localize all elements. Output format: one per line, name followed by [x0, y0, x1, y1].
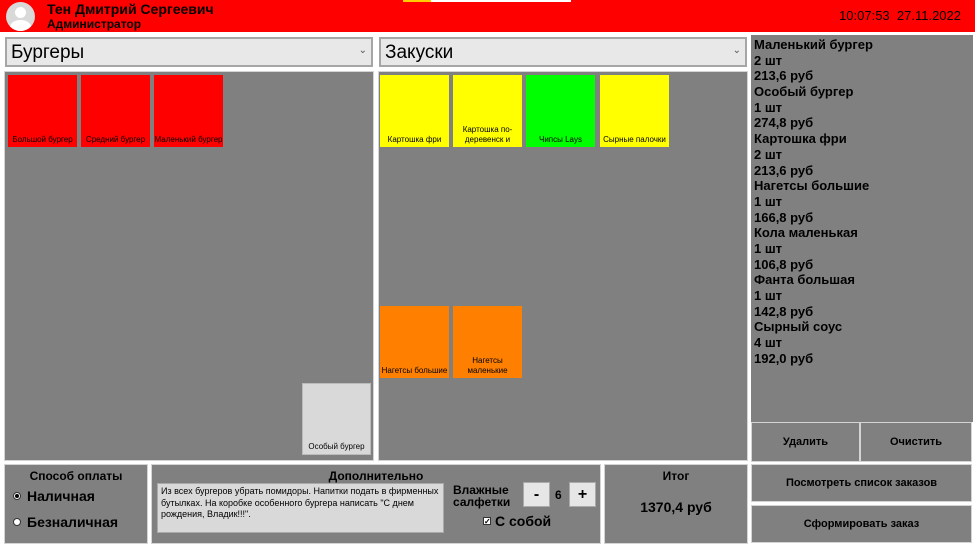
menu-panel-right: Картошка фри Картошка по-деревенск и Чип…	[378, 71, 748, 461]
menu-item-label: Сырные палочки	[603, 135, 666, 144]
payment-cash-radio[interactable]: Наличная	[13, 488, 95, 504]
menu-item-label: Нагетсы большие	[381, 366, 448, 375]
order-item-price: 192,0 руб	[754, 350, 814, 366]
order-item[interactable]: Сырный соус 4 шт 192,0 руб	[754, 319, 973, 366]
category-select-left-value: Бургеры	[11, 42, 85, 63]
order-item-price: 213,6 руб	[754, 162, 814, 178]
order-item-name: Кола маленькая	[754, 225, 858, 241]
wet-wipes-label-line: салфетки	[453, 495, 511, 509]
radio-selected-icon[interactable]	[13, 492, 21, 500]
payment-cashless-label: Безналичная	[27, 514, 119, 530]
menu-item-tile[interactable]: Картошка фри	[380, 75, 449, 147]
menu-item-tile[interactable]: Нагетсы маленькие	[453, 306, 522, 378]
menu-item-tile[interactable]: Особый бургер	[302, 383, 371, 455]
menu-item-label: Маленький бургер	[154, 135, 223, 144]
menu-panel-left: Большой бургер Средний бургер Маленький …	[4, 71, 374, 461]
menu-item-label: Картошка фри	[387, 135, 442, 144]
menu-item-tile[interactable]: Маленький бургер	[154, 75, 223, 147]
chevron-down-icon[interactable]: ⌄	[359, 45, 367, 56]
menu-item-label: Средний бургер	[85, 135, 146, 144]
wipes-decrement-button[interactable]: -	[523, 482, 550, 507]
payment-method-panel: Способ оплаты Наличная Безналичная	[4, 464, 148, 544]
order-item-qty: 1 шт	[754, 288, 783, 303]
order-item-name: Картошка фри	[754, 131, 847, 147]
header-accent-mark	[431, 0, 571, 2]
order-item[interactable]: Картошка фри 2 шт 213,6 руб	[754, 131, 973, 178]
order-item[interactable]: Фанта большая 1 шт 142,8 руб	[754, 272, 973, 319]
menu-item-label: Большой бургер	[12, 135, 73, 144]
menu-item-label: Особый бургер	[308, 442, 365, 451]
order-list: Маленький бургер 2 шт 213,6 руб Особый бург…	[751, 35, 973, 422]
payment-method-title: Способ оплаты	[29, 469, 123, 483]
user-role: Администратор	[47, 17, 142, 31]
wet-wipes-label: Влажные салфетки	[453, 484, 510, 508]
order-item-qty: 1 шт	[754, 193, 783, 209]
menu-item-label: Нагетсы маленькие	[467, 356, 508, 375]
order-item-price: 142,8 руб	[754, 303, 814, 319]
chevron-down-icon[interactable]: ⌄	[733, 45, 741, 56]
order-notes-textarea[interactable]: Из всех бургеров убрать помидоры. Напитк…	[157, 483, 444, 533]
menu-item-label: Чипсы Lays	[538, 135, 582, 144]
additional-panel: Дополнительно Из всех бургеров убрать по…	[151, 464, 601, 544]
wipes-count: 6	[555, 488, 562, 502]
category-select-left[interactable]: Бургеры ⌄	[5, 37, 373, 67]
order-item-name: Сырный соус	[754, 319, 843, 335]
clear-button[interactable]: Очистить	[860, 422, 972, 462]
total-value: 1370,4 руб	[640, 499, 712, 515]
order-item-qty: 2 шт	[754, 52, 783, 68]
order-item-qty: 4 шт	[754, 335, 783, 351]
menu-item-tile[interactable]: Нагетсы большие	[380, 306, 449, 378]
checkbox-checked-icon[interactable]: ✓	[483, 517, 491, 526]
order-item-price: 274,8 руб	[754, 115, 814, 131]
header-accent-mark	[403, 0, 431, 2]
order-item-price: 106,8 руб	[754, 256, 814, 272]
menu-item-tile[interactable]: Средний бургер	[81, 75, 150, 147]
order-item-name: Маленький бургер	[754, 37, 873, 52]
order-item[interactable]: Маленький бургер 2 шт 213,6 руб	[754, 37, 973, 84]
total-title: Итог	[662, 469, 690, 483]
radio-unselected-icon[interactable]	[13, 518, 21, 526]
order-item-name: Фанта большая	[754, 272, 855, 288]
order-item-price: 166,8 руб	[754, 209, 814, 225]
clock-date: 27.11.2022	[896, 8, 961, 23]
payment-cashless-radio[interactable]: Безналичная	[13, 514, 118, 530]
view-orders-button[interactable]: Посмотреть список заказов	[751, 464, 972, 502]
order-item-qty: 1 шт	[754, 99, 783, 115]
menu-item-tile[interactable]: Сырные палочки	[600, 75, 669, 147]
total-panel: Итог 1370,4 руб	[604, 464, 748, 544]
order-item-qty: 1 шт	[754, 240, 783, 256]
order-item-name: Особый бургер	[754, 84, 854, 100]
order-item[interactable]: Нагетсы большие 1 шт 166,8 руб	[754, 178, 973, 225]
order-item-name: Нагетсы большие	[754, 178, 870, 194]
header-bar: Тен Дмитрий Сергеевич Администратор 10:0…	[0, 0, 975, 32]
order-item[interactable]: Особый бургер 1 шт 274,8 руб	[754, 84, 973, 131]
takeaway-checkbox[interactable]: ✓ С собой	[483, 513, 551, 529]
order-item-price: 213,6 руб	[754, 68, 814, 84]
menu-item-tile[interactable]: Большой бургер	[8, 75, 77, 147]
datetime: 10:07:53 27.11.2022	[839, 8, 961, 23]
category-select-right-value: Закуски	[385, 42, 454, 63]
wipes-increment-button[interactable]: +	[569, 482, 596, 507]
user-name: Тен Дмитрий Сергеевич	[47, 1, 214, 17]
category-select-right[interactable]: Закуски ⌄	[379, 37, 747, 67]
payment-cash-label: Наличная	[27, 488, 95, 504]
clock-time: 10:07:53	[839, 8, 890, 23]
delete-button[interactable]: Удалить	[751, 422, 860, 462]
additional-title: Дополнительно	[328, 469, 424, 483]
menu-item-tile[interactable]: Картошка по-деревенск и	[453, 75, 522, 147]
menu-item-tile[interactable]: Чипсы Lays	[526, 75, 595, 147]
place-order-button[interactable]: Сформировать заказ	[751, 505, 972, 543]
user-avatar-icon	[6, 2, 35, 31]
order-item-qty: 2 шт	[754, 146, 783, 162]
order-item[interactable]: Кола маленькая 1 шт 106,8 руб	[754, 225, 973, 272]
takeaway-label: С собой	[495, 513, 552, 529]
menu-item-label: Картошка по-деревенск и	[462, 125, 513, 144]
